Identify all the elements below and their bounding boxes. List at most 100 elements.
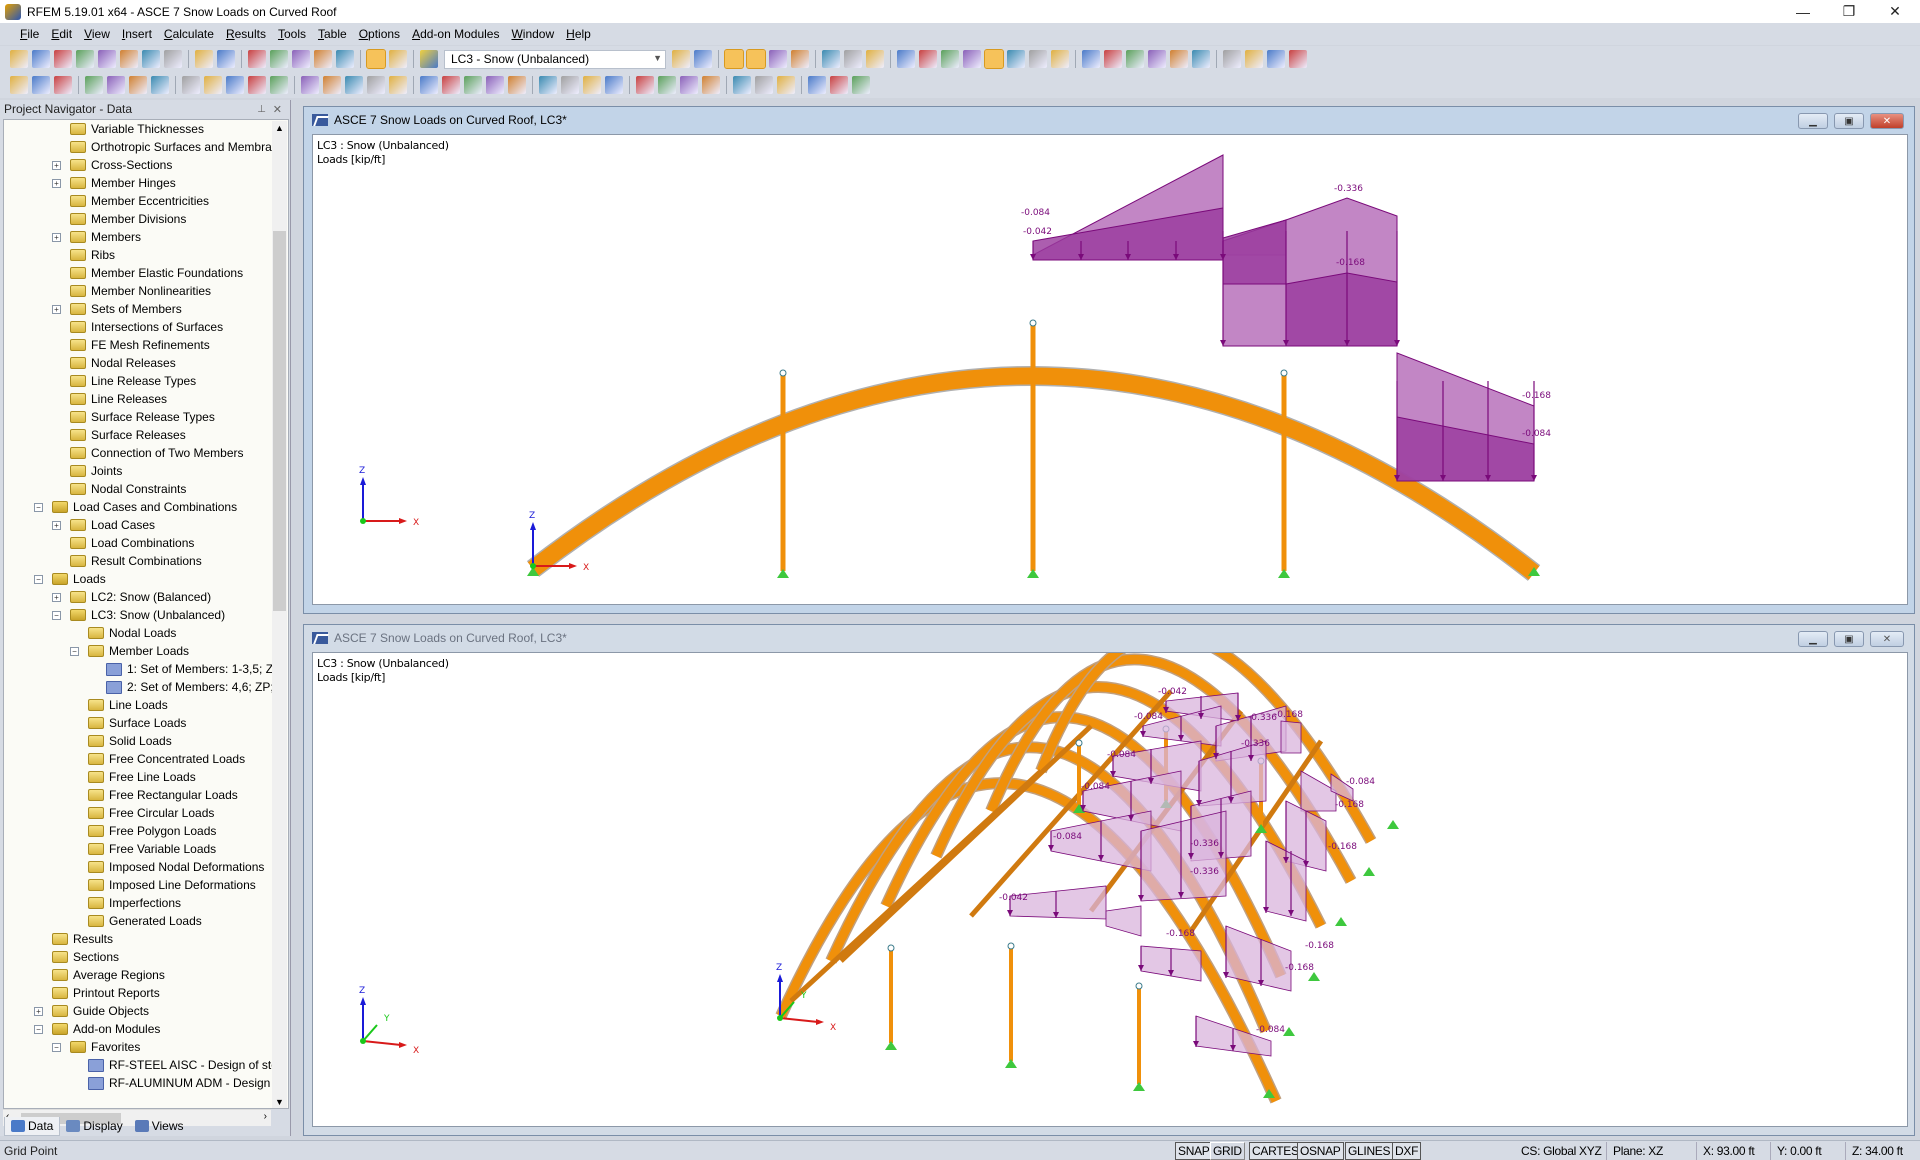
graphics-canvas-2d[interactable]: LC3 : Snow (Unbalanced) Loads [kip/ft] -… [312,134,1908,605]
report-icon[interactable] [808,76,826,94]
tree-item[interactable]: Surface Release Types [70,408,215,426]
print-icon[interactable] [142,50,160,68]
tree-item[interactable]: 2: Set of Members: 4,6; ZP; 3 [106,678,284,696]
view-maximize-button[interactable]: ▣ [1834,631,1864,647]
grid-icon[interactable] [919,50,937,68]
tree-item[interactable]: Sections [52,948,119,966]
layout-icon[interactable] [733,76,751,94]
tree-item[interactable]: Member Elastic Foundations [70,264,243,282]
section-icon[interactable] [1007,50,1025,68]
show-loads-icon[interactable] [724,49,744,69]
view-y-icon[interactable] [442,76,460,94]
tree-item[interactable]: − Add-on Modules [34,1020,160,1038]
tree-item[interactable]: Generated Loads [88,912,202,930]
collapse-icon[interactable]: − [34,1024,43,1034]
collapse-icon[interactable]: − [52,610,61,620]
open-file-icon[interactable] [32,50,50,68]
menu-insert[interactable]: Insert [116,23,158,45]
view-close-button[interactable]: ✕ [1870,631,1904,647]
redo-icon[interactable] [217,50,235,68]
show-result-values-icon[interactable] [791,50,809,68]
tree-item[interactable]: − Favorites [52,1038,140,1056]
tree-item[interactable]: Joints [70,462,122,480]
tree-item[interactable]: Free Polygon Loads [88,822,216,840]
center-node-icon[interactable] [270,50,288,68]
tree-item[interactable]: Imposed Nodal Deformations [88,858,264,876]
collapse-icon[interactable]: − [34,502,43,512]
tab-data[interactable]: Data [4,1116,61,1136]
dimension-icon[interactable] [270,76,288,94]
expand-icon[interactable]: + [52,592,61,602]
tree-item[interactable]: Variable Thicknesses [70,120,204,138]
chevron-down-icon[interactable]: ▼ [653,53,662,63]
connect-icon[interactable] [1051,50,1069,68]
tree-item[interactable]: Free Variable Loads [88,840,216,858]
guide-line-icon[interactable] [561,76,579,94]
tree-item[interactable]: Load Combinations [70,534,194,552]
menu-help[interactable]: Help [560,23,597,45]
menu-edit[interactable]: Edit [45,23,78,45]
zoom-all-icon[interactable] [323,76,341,94]
view-z-icon[interactable] [464,76,482,94]
navigator-vertical-scrollbar[interactable]: ▲ ▼ [272,121,287,1108]
restore-button[interactable]: ❐ [1826,0,1872,23]
glines-toggle[interactable]: GLINES [1345,1142,1394,1160]
load-case-dropdown[interactable]: LC3 - Snow (Unbalanced) ▼ [444,49,666,69]
result-table2-icon[interactable] [866,50,884,68]
grid-point-icon[interactable] [583,76,601,94]
tree-item[interactable]: − Loads [34,570,106,588]
dxf-toggle[interactable]: DXF [1392,1142,1422,1160]
tree-item[interactable]: + Cross-Sections [52,156,172,174]
save-icon[interactable] [98,50,116,68]
print-clipboard-icon[interactable] [120,50,138,68]
tree-item[interactable]: Intersections of Surfaces [70,318,223,336]
minimize-button[interactable]: — [1780,0,1826,23]
menu-view[interactable]: View [78,23,116,45]
tree-item[interactable]: 1: Set of Members: 1-3,5; ZP; 3 [106,660,288,678]
tree-item[interactable]: Surface Releases [70,426,186,444]
surface-icon[interactable] [129,76,147,94]
show-load-values-icon[interactable] [746,49,766,69]
tree-item[interactable]: Imposed Line Deformations [88,876,256,894]
scroll-up-icon[interactable]: ▲ [275,123,284,133]
menu-options[interactable]: Options [353,23,406,45]
graphics-canvas-3d[interactable]: LC3 : Snow (Unbalanced) Loads [kip/ft] -… [312,652,1908,1127]
view-minus-z-icon[interactable] [486,76,504,94]
cartes-toggle[interactable]: CARTES [1249,1142,1302,1160]
tree-item[interactable]: + Guide Objects [34,1002,149,1020]
filter-icon[interactable] [508,76,526,94]
tree-item[interactable]: FE Mesh Refinements [70,336,210,354]
expand-icon[interactable]: + [52,178,61,188]
measure-icon[interactable] [755,76,773,94]
tree-item[interactable]: Orthotropic Surfaces and Membran [70,138,278,156]
tree-item[interactable]: Nodal Loads [88,624,176,642]
member-color-icon[interactable] [680,76,698,94]
nodal-load-icon[interactable] [182,76,200,94]
settings-icon[interactable] [1192,50,1210,68]
window-icon[interactable] [336,50,354,68]
tree-item[interactable]: RF-STEEL AISC - Design of steel [88,1056,287,1074]
tree-item[interactable]: Member Nonlinearities [70,282,211,300]
tree-item[interactable]: Imperfections [88,894,181,912]
next-lc-icon[interactable] [694,50,712,68]
zoom-window-icon[interactable] [301,76,319,94]
tree-item[interactable]: Line Releases [70,390,167,408]
support-icon[interactable] [85,76,103,94]
view-minimize-button[interactable]: ▁ [1798,113,1828,129]
tree-item[interactable]: − Member Loads [70,642,189,660]
hinge-icon[interactable] [107,76,125,94]
view-minimize-button[interactable]: ▁ [1798,631,1828,647]
table-view-icon[interactable] [366,49,386,69]
solid-color-icon[interactable] [658,76,676,94]
tree-item[interactable]: Member Eccentricities [70,192,209,210]
tree-item[interactable]: Results [52,930,113,948]
expand-icon[interactable]: + [52,160,61,170]
collapse-icon[interactable]: − [70,646,79,656]
menu-table[interactable]: Table [312,23,353,45]
view-close-button[interactable]: ✕ [1870,113,1904,129]
tree-item[interactable]: Solid Loads [88,732,172,750]
load2-icon[interactable] [1289,50,1307,68]
menu-results[interactable]: Results [220,23,272,45]
tree-item[interactable]: + Member Hinges [52,174,176,192]
perspective-icon[interactable] [389,76,407,94]
